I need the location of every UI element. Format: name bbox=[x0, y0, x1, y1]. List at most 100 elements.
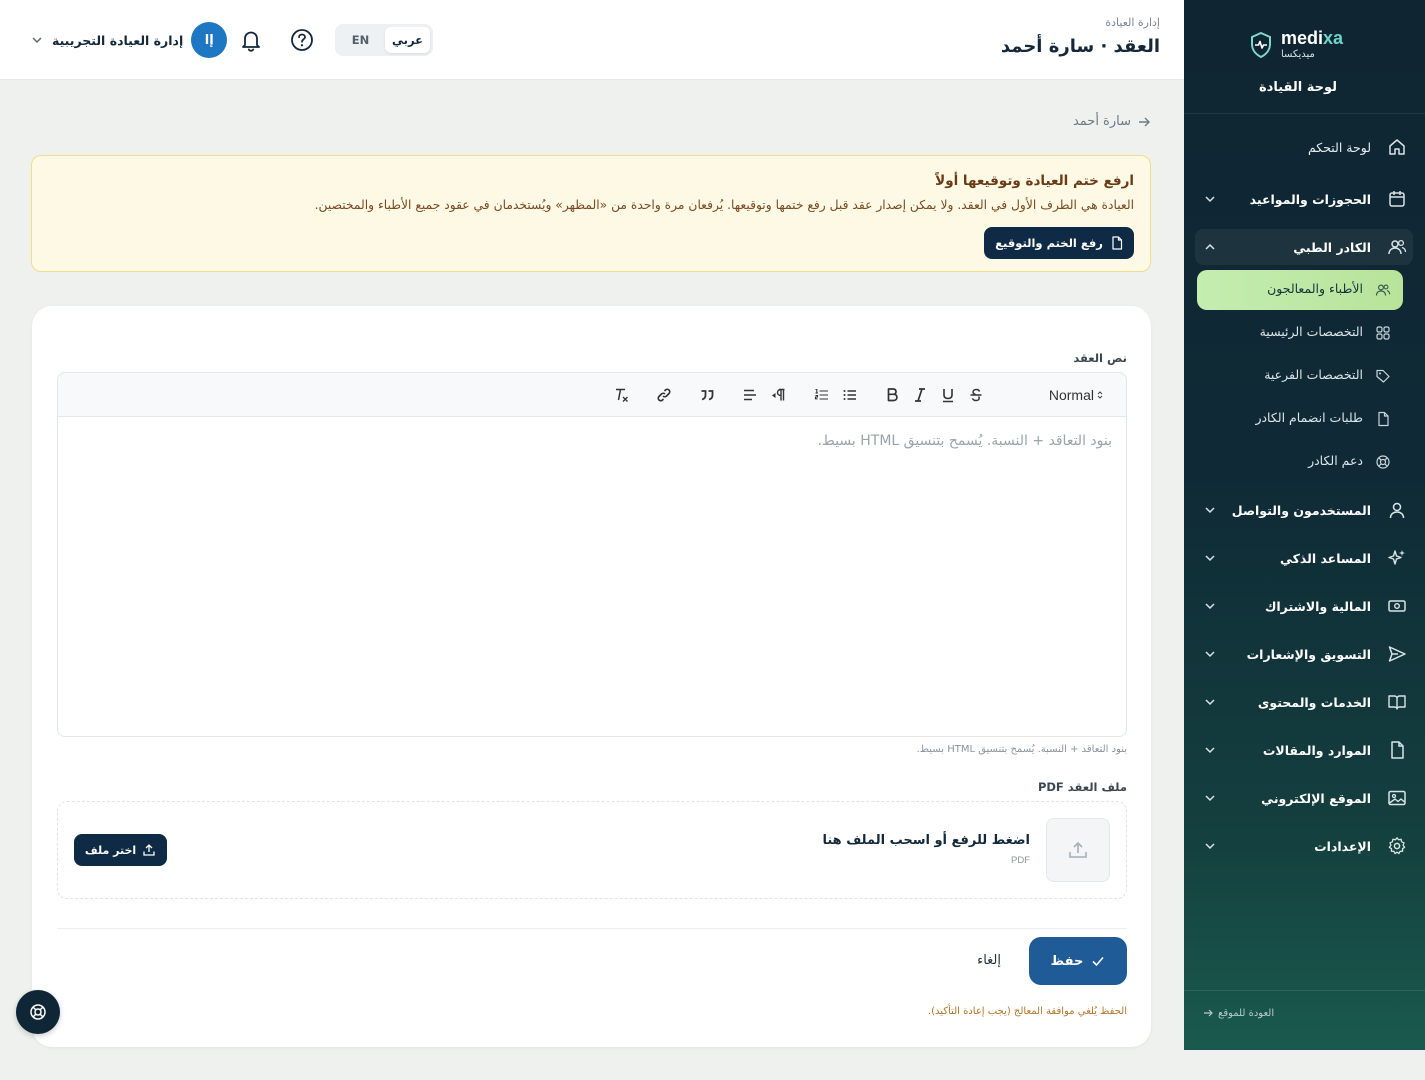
arrow-right-icon bbox=[1139, 117, 1150, 126]
tag-icon bbox=[1376, 369, 1390, 383]
breadcrumb[interactable]: إدارة العيادة bbox=[1105, 16, 1160, 29]
sidebar-subitem-staff-support[interactable]: دعم الكادر bbox=[1197, 442, 1403, 482]
bell-icon bbox=[242, 31, 260, 52]
help-button[interactable] bbox=[288, 26, 316, 54]
heading-select-value: Normal bbox=[1048, 387, 1094, 403]
upload-stamp-button[interactable]: رفع الختم والتوقيع bbox=[984, 227, 1134, 259]
editor-placeholder[interactable]: بنود التعاقد + النسبة. يُسمح بتنسيق HTML… bbox=[817, 433, 1112, 449]
cancel-button[interactable]: إلغاء bbox=[977, 953, 1001, 968]
heading-select[interactable]: Normal bbox=[1049, 387, 1104, 403]
sidebar-item-label: لوحة التحكم bbox=[1307, 139, 1371, 155]
back-link[interactable]: سارة أحمد bbox=[1073, 114, 1151, 129]
notifications-button[interactable] bbox=[237, 26, 265, 54]
sparkles-icon bbox=[1388, 550, 1405, 565]
lang-en-option[interactable]: EN bbox=[338, 27, 383, 53]
contract-text-label: نص العقد bbox=[1073, 351, 1127, 365]
brand-name-ar: ميديكسا bbox=[1280, 49, 1315, 60]
sidebar-item-users[interactable]: المستخدمون والتواصل bbox=[1195, 492, 1413, 528]
align-left-icon bbox=[744, 389, 756, 401]
paragraph-rtl-icon bbox=[772, 388, 785, 401]
save-button[interactable]: حفظ bbox=[1029, 937, 1127, 985]
sidebar-item-label: المساعد الذكي bbox=[1280, 550, 1371, 566]
shield-logo-icon bbox=[1250, 31, 1271, 59]
chevron-down-icon bbox=[1205, 555, 1215, 562]
sidebar-subitem-label: التخصصات الرئيسية bbox=[1259, 324, 1363, 339]
sidebar-item-website[interactable]: الموقع الإلكتروني bbox=[1195, 780, 1413, 816]
upload-stamp-label: رفع الختم والتوقيع bbox=[995, 236, 1103, 250]
quote-icon bbox=[701, 390, 714, 401]
chevron-updown-icon bbox=[1097, 391, 1103, 399]
stamp-warning-alert: ارفع ختم العيادة وتوقيعها أولاً العيادة … bbox=[31, 155, 1151, 272]
sidebar-item-label: الموارد والمقالات bbox=[1262, 742, 1371, 758]
sidebar-item-label: المستخدمون والتواصل bbox=[1231, 502, 1371, 518]
sidebar-item-finance[interactable]: المالية والاشتراك bbox=[1195, 588, 1413, 624]
alert-text: العيادة هي الطرف الأول في العقد. ولا يمك… bbox=[314, 198, 1134, 212]
editor-toolbar: Normal bbox=[58, 373, 1126, 417]
upload-icon bbox=[1069, 841, 1087, 858]
align-button[interactable] bbox=[740, 385, 760, 405]
arrow-right-icon bbox=[1204, 1009, 1213, 1017]
sidebar-item-label: الكادر الطبي bbox=[1293, 239, 1371, 255]
back-link-label: سارة أحمد bbox=[1072, 114, 1131, 129]
file-icon bbox=[1378, 411, 1389, 427]
clear-format-button[interactable] bbox=[612, 385, 632, 405]
sidebar-subitem-doctors[interactable]: الأطباء والمعالجون bbox=[1197, 270, 1403, 310]
blockquote-button[interactable] bbox=[697, 385, 717, 405]
alert-title: ارفع ختم العيادة وتوقيعها أولاً bbox=[935, 173, 1134, 189]
sidebar-item-dashboard[interactable]: لوحة التحكم bbox=[1195, 129, 1413, 165]
ordered-list-button[interactable] bbox=[812, 385, 832, 405]
ordered-list-icon bbox=[814, 388, 828, 400]
pdf-dropzone[interactable]: اضغط للرفع أو اسحب الملف هنا PDF اختر مل… bbox=[57, 801, 1127, 899]
back-to-site-label: العودة للموقع bbox=[1218, 1007, 1275, 1019]
calendar-icon bbox=[1389, 191, 1405, 207]
link-button[interactable] bbox=[654, 385, 674, 405]
save-note: الحفظ يُلغي موافقة المعالج (يجب إعادة ال… bbox=[927, 1006, 1127, 1017]
user-icon bbox=[1389, 502, 1405, 519]
sidebar-subitem-main-specialties[interactable]: التخصصات الرئيسية bbox=[1197, 313, 1403, 353]
sidebar-item-settings[interactable]: الإعدادات bbox=[1195, 828, 1413, 864]
bullet-list-button[interactable] bbox=[840, 385, 860, 405]
language-toggle: EN عربي bbox=[335, 24, 433, 56]
sidebar-item-marketing[interactable]: التسويق والإشعارات bbox=[1195, 636, 1413, 672]
dropzone-title: اضغط للرفع أو اسحب الملف هنا bbox=[822, 833, 1030, 848]
sidebar-item-ai-assistant[interactable]: المساعد الذكي bbox=[1195, 540, 1413, 576]
sidebar-item-staff[interactable]: الكادر الطبي bbox=[1195, 229, 1413, 265]
upload-icon bbox=[143, 844, 155, 856]
dropzone-file-type: PDF bbox=[1011, 855, 1030, 866]
support-fab[interactable] bbox=[16, 990, 60, 1034]
sidebar-subitem-join-requests[interactable]: طلبات انضمام الكادر bbox=[1197, 399, 1403, 439]
strikethrough-icon bbox=[970, 388, 982, 402]
italic-button[interactable] bbox=[910, 385, 930, 405]
lang-ar-option[interactable]: عربي bbox=[385, 27, 430, 53]
sidebar-footer: العودة للموقع bbox=[1184, 990, 1425, 1050]
sidebar-item-resources[interactable]: الموارد والمقالات bbox=[1195, 732, 1413, 768]
strike-button[interactable] bbox=[966, 385, 986, 405]
underline-icon bbox=[943, 389, 953, 403]
sidebar-subitem-label: الأطباء والمعالجون bbox=[1267, 281, 1363, 296]
choose-file-button[interactable]: اختر ملف bbox=[74, 834, 167, 866]
sidebar-item-label: الإعدادات bbox=[1314, 838, 1371, 854]
bold-button[interactable] bbox=[882, 385, 902, 405]
link-icon bbox=[657, 388, 671, 402]
image-icon bbox=[1388, 790, 1406, 806]
brand-logo[interactable]: medixa ميديكسا bbox=[1249, 29, 1343, 61]
gear-icon bbox=[1388, 837, 1406, 855]
chevron-down-icon bbox=[1205, 699, 1215, 706]
sidebar-subitem-sub-specialties[interactable]: التخصصات الفرعية bbox=[1197, 356, 1403, 396]
contract-text-editor: Normal بنود التعاقد + النسبة. يُسمح بتنس… bbox=[57, 372, 1127, 737]
text-direction-button[interactable] bbox=[768, 385, 788, 405]
clear-format-icon bbox=[616, 388, 628, 402]
sidebar-item-services[interactable]: الخدمات والمحتوى bbox=[1195, 684, 1413, 720]
underline-button[interactable] bbox=[938, 385, 958, 405]
chevron-down-icon bbox=[1205, 507, 1215, 514]
chevron-up-icon bbox=[1205, 243, 1215, 250]
chevron-down-icon bbox=[32, 37, 42, 44]
sidebar-subitem-label: التخصصات الفرعية bbox=[1264, 367, 1363, 382]
user-menu[interactable]: إا إدارة العيادة التجريبية bbox=[30, 22, 228, 58]
sidebar: medixa ميديكسا لوحة القيادة لوحة التحكم … bbox=[1184, 0, 1425, 1050]
sidebar-item-bookings[interactable]: الحجوزات والمواعيد bbox=[1195, 181, 1413, 217]
sidebar-title: لوحة القيادة bbox=[1258, 80, 1338, 95]
chevron-down-icon bbox=[1205, 795, 1215, 802]
user-name: إدارة العيادة التجريبية bbox=[52, 32, 184, 48]
sidebar-item-label: التسويق والإشعارات bbox=[1246, 646, 1371, 662]
